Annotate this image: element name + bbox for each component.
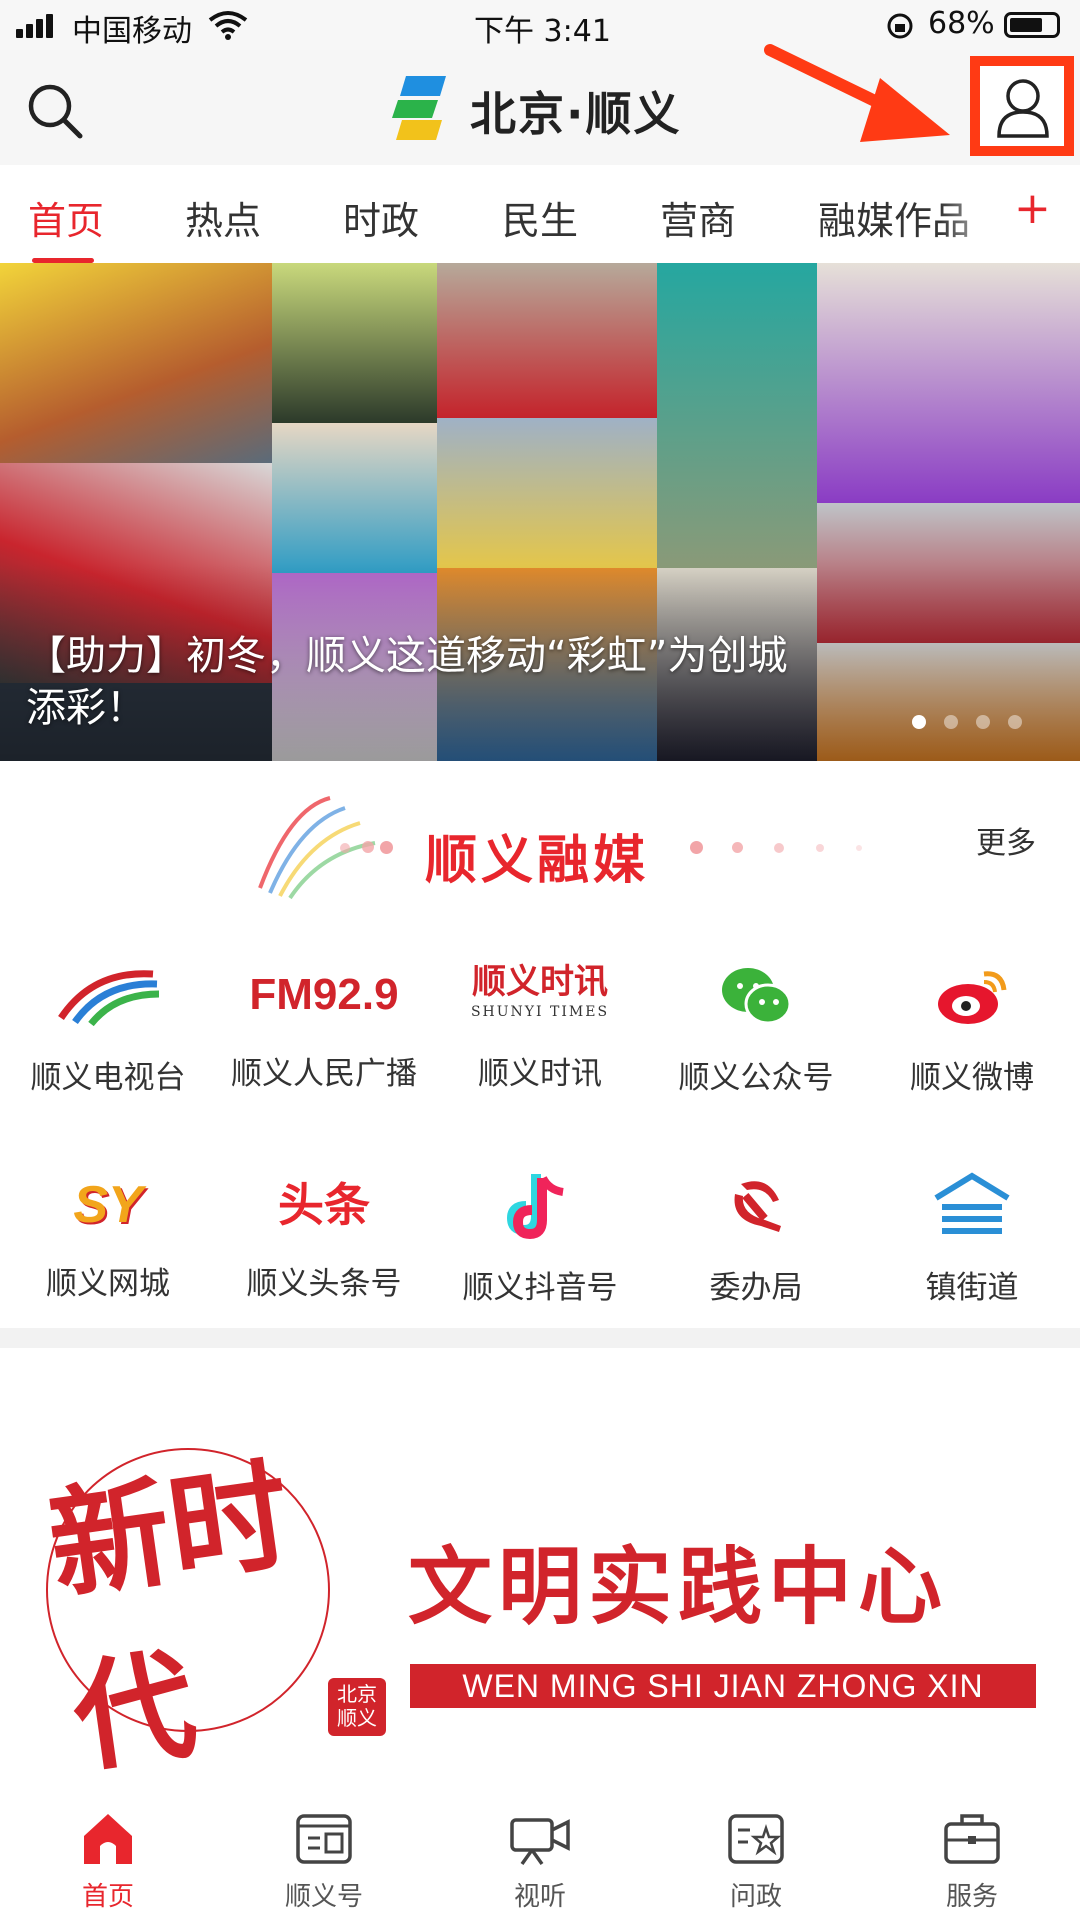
nav-label: 服务 bbox=[945, 1882, 998, 1912]
nav-inquiry[interactable]: 问政 bbox=[648, 1810, 864, 1913]
promo-subtitle: WEN MING SHI JIAN ZHONG XIN bbox=[410, 1664, 1036, 1708]
wechat-icon bbox=[722, 968, 792, 1025]
town-street-icon bbox=[934, 1172, 1010, 1234]
battery-icon bbox=[1004, 12, 1060, 38]
media-item-radio[interactable]: FM92.9 顺义人民广播 bbox=[216, 960, 432, 1093]
carousel-dot bbox=[1008, 715, 1022, 729]
media-item-label: 顺义电视台 bbox=[30, 1060, 186, 1096]
nav-av[interactable]: 视听 bbox=[432, 1810, 648, 1913]
tab-politics[interactable]: 时政 bbox=[343, 190, 419, 245]
nav-label: 顺义号 bbox=[284, 1882, 363, 1912]
media-item-label: 委办局 bbox=[709, 1270, 803, 1306]
fm-logo: FM92.9 bbox=[249, 970, 399, 1019]
promo-title: 文明实践中心 bbox=[408, 1537, 949, 1636]
nav-label: 视听 bbox=[513, 1882, 566, 1912]
more-link[interactable]: 更多 bbox=[976, 818, 1036, 862]
carousel-dot bbox=[944, 715, 958, 729]
media-item-web[interactable]: SY 顺义网城 bbox=[0, 1170, 216, 1303]
add-tab-button[interactable]: + bbox=[1014, 183, 1051, 234]
carousel-dot bbox=[976, 715, 990, 729]
douyin-icon bbox=[506, 1174, 564, 1240]
media-item-label: 镇街道 bbox=[925, 1270, 1019, 1306]
times-logo: 顺义时讯 SHUNYI TIMES bbox=[470, 962, 610, 1020]
nav-label: 问政 bbox=[729, 1882, 782, 1912]
media-item-label: 顺义头条号 bbox=[246, 1266, 402, 1302]
media-item-label: 顺义网城 bbox=[46, 1266, 170, 1302]
app-logo-icon bbox=[392, 76, 446, 140]
media-item-douyin[interactable]: 顺义抖音号 bbox=[432, 1170, 648, 1307]
annotation-arrow bbox=[764, 44, 950, 142]
media-item-wechat[interactable]: 顺义公众号 bbox=[648, 960, 864, 1097]
section-divider bbox=[0, 1328, 1080, 1348]
party-emblem-icon bbox=[734, 1181, 781, 1232]
media-item-label: 顺义时讯 bbox=[478, 1056, 602, 1092]
weibo-icon bbox=[938, 971, 1007, 1024]
tab-business[interactable]: 营商 bbox=[660, 190, 736, 245]
promo-seal: 北京顺义 bbox=[328, 1678, 386, 1736]
media-item-street[interactable]: 镇街道 bbox=[864, 1170, 1080, 1307]
profile-button[interactable] bbox=[970, 56, 1074, 156]
home-icon bbox=[84, 1814, 132, 1864]
tab-livelihood[interactable]: 民生 bbox=[502, 190, 578, 245]
news-account-icon bbox=[296, 1814, 352, 1864]
nav-service[interactable]: 服务 bbox=[864, 1810, 1080, 1913]
media-item-label: 顺义人民广播 bbox=[231, 1056, 417, 1092]
tab-fade bbox=[940, 178, 1010, 248]
toutiao-logo: 头条 bbox=[278, 1178, 370, 1232]
media-item-times[interactable]: 顺义时讯 SHUNYI TIMES 顺义时讯 bbox=[432, 960, 648, 1093]
carousel-dot-active bbox=[912, 715, 926, 729]
banner-caption[interactable]: 【助力】初冬，顺义这道移动“彩虹”为创城添彩！ bbox=[26, 630, 826, 734]
inquiry-icon bbox=[728, 1814, 784, 1864]
promo-calligraphy: 新时代 bbox=[40, 1444, 299, 1790]
tv-station-logo-icon bbox=[58, 970, 160, 1027]
nav-label: 首页 bbox=[81, 1882, 134, 1912]
tab-hot[interactable]: 热点 bbox=[185, 190, 261, 245]
nav-shunyi-account[interactable]: 顺义号 bbox=[216, 1810, 432, 1913]
user-profile-icon bbox=[997, 79, 1049, 138]
signal-icon bbox=[16, 12, 58, 38]
media-item-tv[interactable]: 顺义电视台 bbox=[0, 960, 216, 1097]
media-item-toutiao[interactable]: 头条 顺义头条号 bbox=[216, 1170, 432, 1303]
section-title: 顺义融媒 bbox=[425, 831, 650, 891]
tab-home[interactable]: 首页 bbox=[28, 190, 104, 245]
carrier-label: 中国移动 bbox=[72, 14, 192, 49]
briefcase-icon bbox=[944, 1814, 1000, 1864]
media-item-label: 顺义微博 bbox=[910, 1060, 1034, 1096]
media-item-weibo[interactable]: 顺义微博 bbox=[864, 960, 1080, 1097]
media-item-label: 顺义公众号 bbox=[678, 1060, 834, 1096]
media-item-label: 顺义抖音号 bbox=[462, 1270, 618, 1306]
video-camera-icon bbox=[510, 1818, 570, 1866]
search-icon[interactable] bbox=[26, 82, 86, 142]
app-logo-text: 北京·顺义 bbox=[470, 87, 682, 141]
nav-home[interactable]: 首页 bbox=[0, 1810, 216, 1913]
media-item-committee[interactable]: 委办局 bbox=[648, 1170, 864, 1307]
sy-logo: SY bbox=[73, 1176, 143, 1234]
wifi-icon bbox=[208, 11, 248, 40]
clock: 下午 3:41 bbox=[474, 14, 611, 49]
